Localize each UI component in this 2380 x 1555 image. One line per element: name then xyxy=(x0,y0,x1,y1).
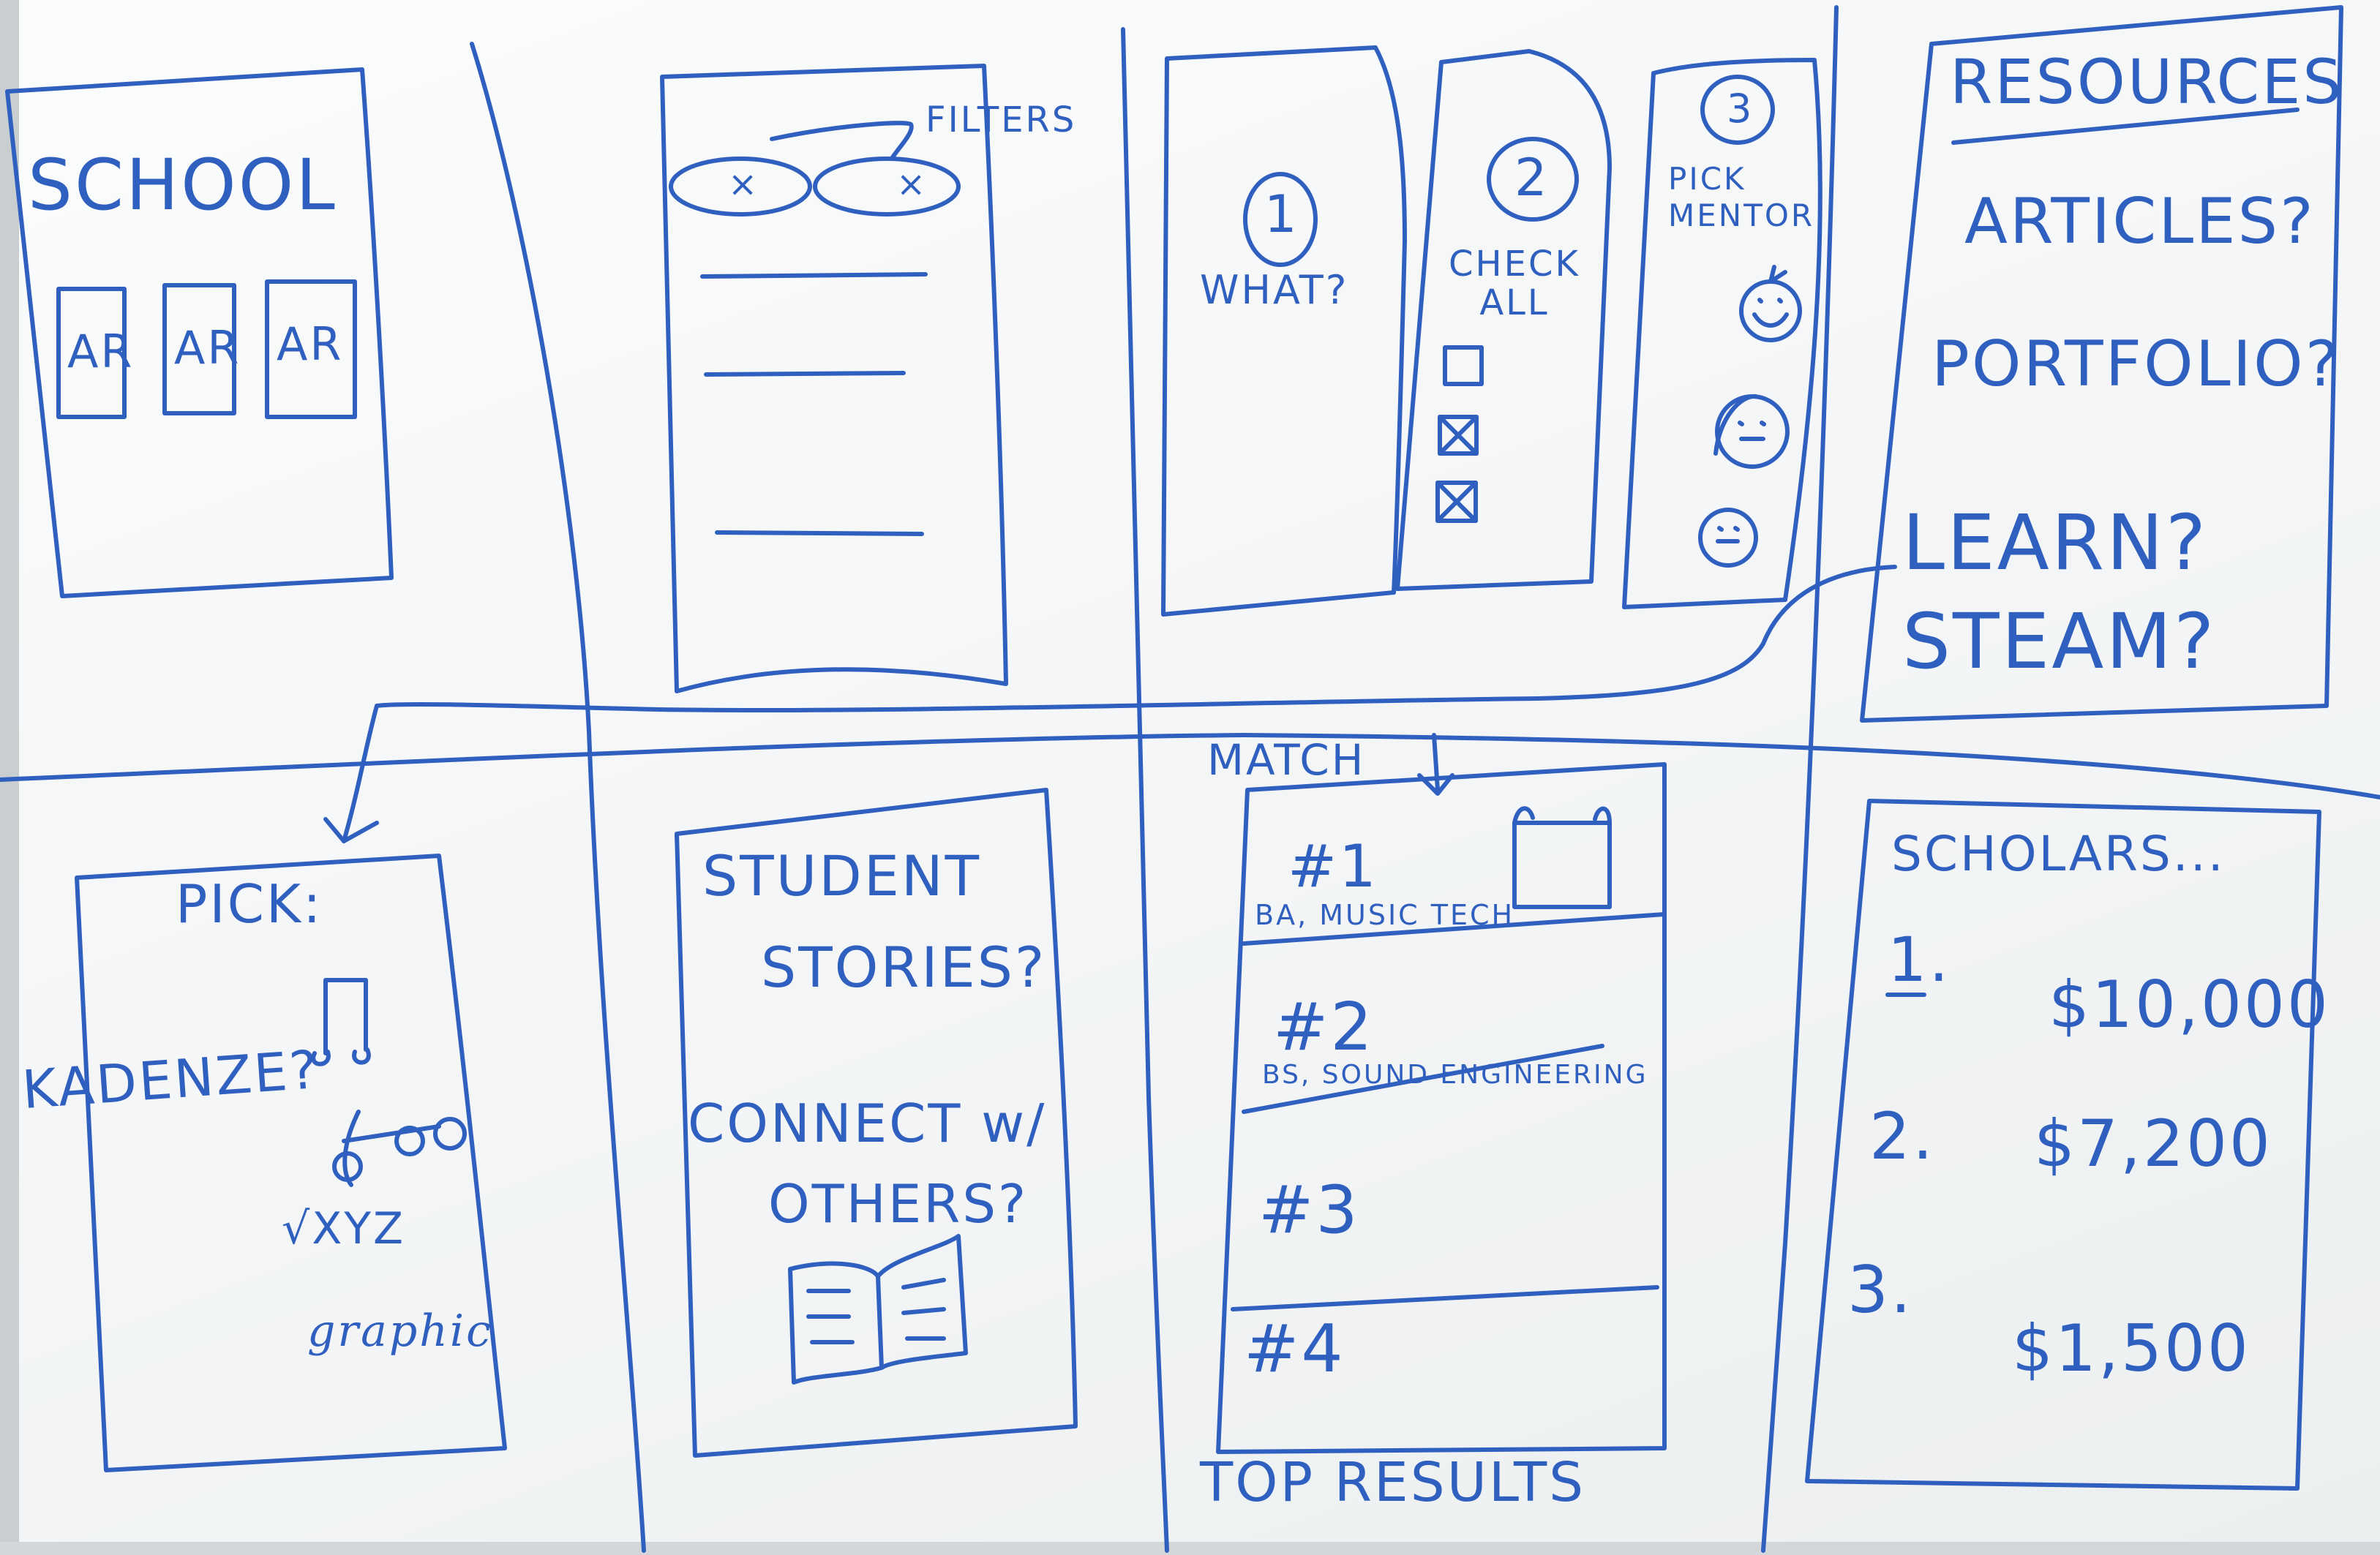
open-book-icon xyxy=(788,1234,968,1385)
school-card-label[interactable]: AR xyxy=(174,325,241,371)
step1-text: WHAT? xyxy=(1200,267,1349,313)
list-line xyxy=(704,371,906,377)
calendar-icon xyxy=(1512,821,1612,909)
pick-title: PICK: xyxy=(176,873,323,935)
pick-item-graphic[interactable]: graphic xyxy=(307,1309,493,1353)
step3-text: PICK MENTOR xyxy=(1668,161,1815,234)
filter-chip-remove[interactable]: × xyxy=(896,167,928,202)
resources-item[interactable]: PORTFOLIO? xyxy=(1932,333,2340,396)
resources-item[interactable]: LEARN? xyxy=(1902,505,2208,581)
checkbox-unchecked xyxy=(1443,345,1484,386)
scholarship-amount: $10,000 xyxy=(2049,967,2330,1042)
match-row-divider xyxy=(1231,1285,1659,1311)
school-title: SCHOOL xyxy=(28,144,337,226)
match-rank: #3 xyxy=(1258,1172,1360,1249)
scholarship-amount: $7,200 xyxy=(2034,1106,2272,1181)
school-card-label[interactable]: AR xyxy=(67,329,135,374)
filters-label: FILTERS xyxy=(926,99,1077,140)
scholarship-number: 2. xyxy=(1869,1099,1935,1174)
school-card-label[interactable]: AR xyxy=(277,322,344,367)
step1-panel-frame xyxy=(1161,45,1407,617)
filters-callout xyxy=(770,121,914,159)
match-header: MATCH xyxy=(1207,735,1366,785)
resources-title: RESOURCES xyxy=(1950,46,2344,118)
filter-chip-remove[interactable]: × xyxy=(728,167,759,202)
scholarship-number: 3. xyxy=(1847,1252,1913,1328)
step3-number: 3 xyxy=(1727,86,1754,132)
scholarship-number: 1. xyxy=(1888,924,1951,995)
match-rank: #2 xyxy=(1273,989,1375,1066)
pick-item-math[interactable]: √XYZ xyxy=(282,1207,405,1251)
match-footer: TOP RESULTS xyxy=(1200,1451,1586,1514)
grid-line-vertical-1 xyxy=(470,42,646,1553)
match-detail: BS, SOUND ENGINEERING xyxy=(1262,1060,1648,1090)
list-line xyxy=(700,272,928,279)
mentor-avatar xyxy=(1698,508,1758,568)
mentor-avatar xyxy=(1739,279,1802,342)
match-rank: #4 xyxy=(1244,1311,1345,1388)
scholarship-amount: $1,500 xyxy=(2012,1311,2251,1386)
mentor-avatar xyxy=(1715,394,1790,469)
grid-line-vertical-3 xyxy=(1761,5,1839,1553)
scholarships-title: SCHOLARS... xyxy=(1891,826,2226,882)
music-note-icon xyxy=(311,978,371,1066)
step1-number: 1 xyxy=(1264,184,1299,244)
stories-line[interactable]: STORIES? xyxy=(761,940,1046,995)
resources-item[interactable]: ARTICLES? xyxy=(1964,190,2316,253)
step2-number: 2 xyxy=(1514,148,1550,208)
checkbox-checked-mark xyxy=(1438,415,1479,456)
grid-line-vertical-2 xyxy=(1121,27,1169,1553)
stories-line: CONNECT w/ xyxy=(688,1093,1047,1154)
stories-line[interactable]: OTHERS? xyxy=(768,1178,1028,1230)
checkbox-checked-mark xyxy=(1435,481,1478,523)
match-arrow xyxy=(1417,733,1454,796)
match-detail: BA, MUSIC TECH xyxy=(1255,899,1515,931)
step2-text: CHECK ALL xyxy=(1449,244,1580,323)
pick-panel-frame xyxy=(75,854,507,1472)
resources-item[interactable]: STEAM? xyxy=(1902,603,2216,679)
stories-line: STUDENT xyxy=(702,843,982,908)
list-line xyxy=(715,530,924,536)
match-rank: #1 xyxy=(1288,832,1378,900)
filter-chip xyxy=(813,157,961,217)
